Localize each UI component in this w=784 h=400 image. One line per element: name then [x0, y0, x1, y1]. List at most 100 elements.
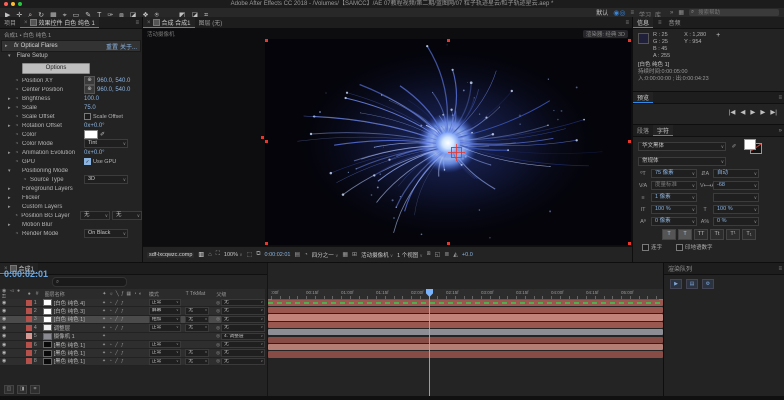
layer-duration-bar[interactable]	[268, 329, 663, 335]
fill-stroke-swatches[interactable]	[744, 139, 762, 154]
effect-property-row[interactable]: ▸◔Scale75.0	[0, 103, 142, 112]
effect-property-row[interactable]: ◔Render ModeOn Black∨	[0, 229, 142, 238]
effect-property-row[interactable]: ◔Color ModeTint∨	[0, 139, 142, 148]
character-checkbox[interactable]: 连字	[642, 243, 662, 251]
mode-select[interactable]: 正常	[149, 349, 181, 357]
layer-duration-bar[interactable]	[268, 337, 663, 343]
color-swatch[interactable]	[84, 130, 98, 139]
visibility-eye-icon[interactable]: ◉	[0, 350, 26, 356]
effect-property-row[interactable]: ▸Flicker	[0, 193, 142, 202]
pane-toggle-button[interactable]: ⌗	[30, 385, 40, 394]
timeline-search-box[interactable]: ⌕	[52, 277, 127, 287]
renderer-button[interactable]: 渲染器: 经典 3D	[583, 30, 628, 38]
pickwhip-icon[interactable]: ◎	[216, 308, 220, 314]
effect-property-row[interactable]: ◔GPU✓Use GPU	[0, 157, 142, 166]
workspace-default[interactable]: 默认	[596, 8, 608, 17]
viewer-control[interactable]: ◱	[435, 251, 441, 258]
layer-color-label[interactable]	[26, 333, 32, 339]
help-search-box[interactable]: ⌕	[689, 9, 779, 16]
render-queue-button[interactable]: ▤	[686, 279, 698, 289]
playhead-line[interactable]	[429, 289, 430, 397]
tab-project[interactable]: 项目	[0, 17, 20, 28]
stopwatch-icon[interactable]: ◔	[15, 231, 22, 237]
stopwatch-icon[interactable]: ◔	[15, 78, 22, 84]
layer-color-label[interactable]	[26, 350, 32, 356]
faux-style-button[interactable]: Tt	[710, 229, 724, 240]
selection-handle[interactable]	[261, 136, 264, 139]
numeric-value[interactable]: 100.0	[84, 96, 99, 102]
effect-property-row[interactable]: ▸Foreground Layers	[0, 184, 142, 193]
layer-row[interactable]: ◉3[白色 纯色 1]✦ ◔ ╱ ƒ相加无◎无	[0, 316, 265, 324]
pane-toggle-button[interactable]: ◨	[17, 385, 27, 394]
parent-select[interactable]: 无	[221, 349, 265, 357]
dropdown[interactable]: Tint∨	[84, 139, 128, 148]
transport-button[interactable]: ▶	[760, 108, 765, 116]
visibility-eye-icon[interactable]: ◉	[0, 316, 26, 322]
viewer-control[interactable]: 100%	[224, 252, 243, 258]
eyedropper-icon[interactable]: ✐	[729, 144, 739, 150]
stopwatch-icon[interactable]: ◔	[15, 123, 22, 129]
property-value[interactable]: On Black∨	[84, 229, 128, 238]
trkmat-select[interactable]: 无	[185, 358, 209, 366]
layer-color-label[interactable]	[26, 325, 32, 331]
parent-select[interactable]: 无	[221, 324, 265, 332]
char-option-select[interactable]: 75 像素∨	[651, 169, 697, 178]
twirl-icon[interactable]: ▸	[8, 204, 15, 210]
property-value[interactable]: Scale Offset	[84, 113, 123, 120]
layer-switches[interactable]: ✦ ◔ ╱ ƒ	[102, 316, 149, 322]
char-option-select[interactable]: 1 像素∨	[651, 193, 697, 202]
selection-handle[interactable]	[447, 39, 450, 42]
layer-name[interactable]: [白色 纯色 4]	[54, 299, 103, 307]
point-control-icon[interactable]: ⊕	[84, 76, 95, 85]
layer-name[interactable]: [黑色 纯色 1]	[54, 357, 103, 365]
effect-property-row[interactable]: ▸Motion Blur	[0, 220, 142, 229]
trkmat-select[interactable]: 无	[185, 324, 209, 332]
layer-row[interactable]: ◉5摄像机 1✦◎4. 调整层	[0, 333, 265, 341]
viewer-control[interactable]: ◔	[304, 252, 308, 258]
layer-color-label[interactable]	[26, 316, 32, 322]
twirl-icon[interactable]: ▸	[5, 43, 12, 49]
layer-row[interactable]: ◉1[白色 纯色 4]✦ ◔ ╱ ƒ正常◎无	[0, 299, 265, 307]
layer-switches[interactable]: ✦ ◔ ╱ ƒ	[102, 300, 149, 306]
viewer-control[interactable]: 0:00:02:01	[265, 252, 291, 258]
tab-audio[interactable]: 音频	[665, 17, 685, 28]
stopwatch-icon[interactable]: ◔	[23, 177, 30, 183]
mode-select[interactable]: 屏幕	[149, 307, 181, 315]
composition-image[interactable]	[265, 39, 631, 245]
viewer-control[interactable]: sdf-lxcqwzc.comp	[147, 252, 194, 258]
viewer-control[interactable]: 四分之一	[312, 251, 339, 259]
effect-property-row[interactable]: ◔Color✐	[0, 130, 142, 139]
parent-select[interactable]: 无	[221, 358, 265, 366]
trkmat-select[interactable]: 无	[185, 349, 209, 357]
reset-link[interactable]: 重置	[106, 42, 118, 51]
property-value[interactable]: 3D∨	[84, 175, 128, 184]
viewer-control[interactable]: 1 个视图	[397, 251, 423, 259]
parent-cell[interactable]: ◎4. 调整层	[216, 333, 265, 341]
about-link[interactable]: 关于...	[120, 42, 137, 51]
viewer-control[interactable]: ⧈	[427, 251, 431, 258]
trkmat-header[interactable]: T TrkMat	[186, 291, 217, 297]
viewer-control[interactable]: ▤	[295, 251, 301, 258]
twirl-icon[interactable]: ▸	[8, 150, 15, 156]
parent-header[interactable]: 父级	[216, 291, 265, 298]
visibility-eye-icon[interactable]: ◉	[0, 308, 26, 314]
parent-cell[interactable]: ◎无	[216, 299, 265, 307]
parent-select[interactable]: 无	[221, 299, 265, 307]
char-option-select[interactable]: 100 %∨	[713, 205, 759, 214]
twirl-icon[interactable]: ▸	[8, 96, 15, 102]
mode-cell[interactable]: 正常	[149, 341, 186, 349]
numeric-value[interactable]: 0x+0.0°	[84, 123, 105, 129]
checkbox-icon[interactable]	[84, 113, 91, 120]
transport-button[interactable]: ▶	[750, 108, 755, 116]
tab-preview[interactable]: 预览	[633, 92, 653, 103]
layer-color-label[interactable]	[26, 300, 32, 306]
workspace-grid-icon[interactable]: ▦	[678, 9, 684, 16]
layer-color-label[interactable]	[26, 308, 32, 314]
parent-cell[interactable]: ◎无	[216, 341, 265, 349]
point-control-icon[interactable]: ⊕	[84, 85, 95, 94]
trkmat-select[interactable]: 无	[185, 307, 209, 315]
panel-overflow-icon[interactable]: »	[776, 128, 784, 134]
stopwatch-icon[interactable]: ◔	[15, 96, 22, 102]
composition-viewport[interactable]: 活动摄像机 渲染器: 经典 3D	[143, 28, 632, 247]
workspace-overflow-icon[interactable]: »	[670, 10, 673, 16]
